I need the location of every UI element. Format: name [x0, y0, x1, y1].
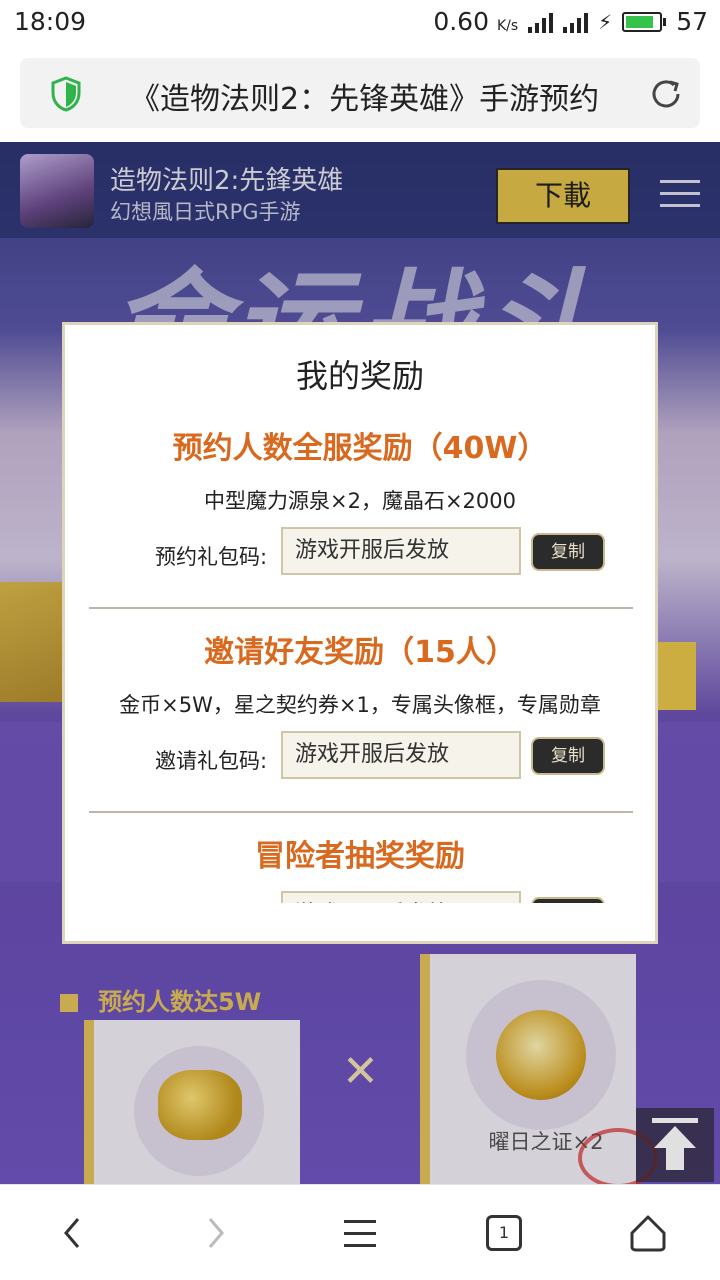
reload-icon[interactable] — [648, 76, 684, 112]
charging-icon: ⚡ — [598, 9, 613, 34]
net-speed: 0.60 K/s — [433, 7, 519, 36]
invite-copy-button[interactable]: 复制 — [531, 737, 605, 775]
invite-code-label: 邀请礼包码: — [155, 749, 268, 773]
divider — [89, 811, 633, 813]
reserve-copy-button[interactable]: 复制 — [531, 533, 605, 571]
rewards-modal: 我的奖励 预约人数全服奖励（40W） 中型魔力源泉×2，魔晶石×2000 预约礼… — [62, 322, 658, 944]
reserve-code-field[interactable]: 游戏开服后发放 — [281, 527, 521, 575]
lottery-copy-button[interactable] — [531, 897, 605, 903]
reserve-code-label: 预约礼包码: — [155, 545, 268, 569]
status-bar: 18:09 0.60 K/s ⚡ 57 — [0, 0, 720, 44]
invite-code-field[interactable]: 游戏开服后发放 — [281, 731, 521, 779]
forward-icon[interactable] — [186, 1205, 246, 1261]
address-bar[interactable]: 《造物法则2：先锋英雄》手游预约 — [20, 58, 700, 128]
tab-count: 1 — [486, 1215, 522, 1251]
modal-title: 我的奖励 — [295, 357, 424, 395]
lottery-reward-title: 冒险者抽奖奖励 — [255, 839, 465, 874]
security-shield-icon — [51, 76, 81, 112]
page-title: 《造物法则2：先锋英雄》手游预约 — [130, 82, 600, 117]
invite-reward-desc: 金币×5W，星之契约券×1，专属头像框，专属勋章 — [119, 693, 601, 717]
browser-nav-bar: 1 — [0, 1184, 720, 1280]
signal-icon — [563, 11, 589, 33]
reserve-reward-desc: 中型魔力源泉×2，魔晶石×2000 — [204, 489, 516, 513]
invite-reward-title: 邀请好友奖励（15人） — [204, 635, 516, 670]
rewards-scroll-area[interactable]: 我的奖励 预约人数全服奖励（40W） 中型魔力源泉×2，魔晶石×2000 预约礼… — [65, 325, 655, 903]
battery-level: 57 — [676, 7, 708, 36]
menu-icon[interactable] — [330, 1205, 390, 1261]
reserve-reward-title: 预约人数全服奖励（40W） — [172, 431, 548, 466]
signal-4g-icon — [528, 11, 554, 33]
lottery-code-field[interactable]: 游戏开服后发放 — [281, 891, 521, 903]
tabs-button[interactable]: 1 — [474, 1205, 534, 1261]
home-icon[interactable] — [618, 1205, 678, 1261]
divider — [89, 607, 633, 609]
status-time: 18:09 — [14, 7, 87, 36]
status-icons: 0.60 K/s ⚡ 57 — [433, 7, 708, 36]
battery-icon — [622, 11, 667, 32]
back-icon[interactable] — [42, 1205, 102, 1261]
